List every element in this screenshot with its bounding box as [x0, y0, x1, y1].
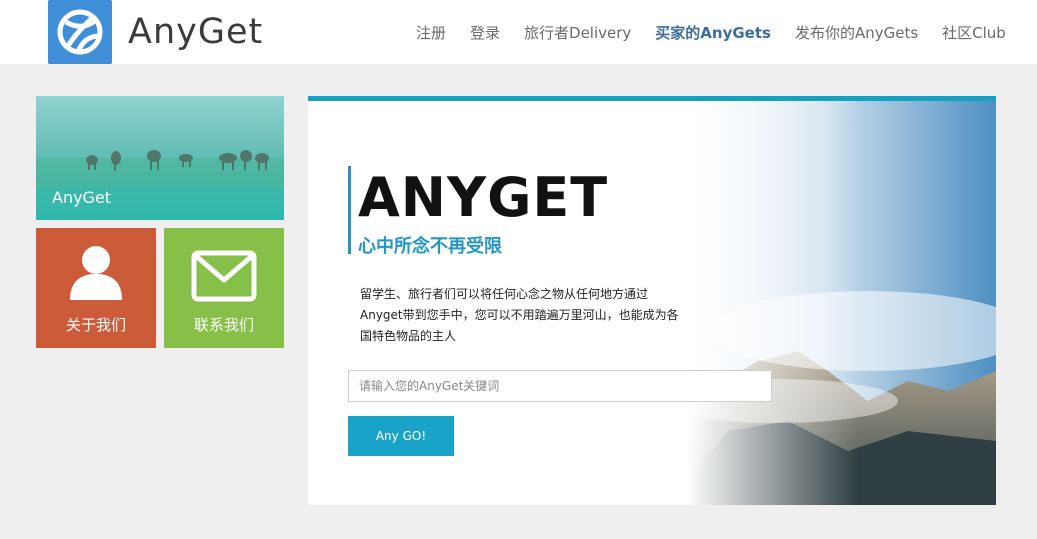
tile-about-us[interactable]: 关于我们	[36, 228, 156, 348]
hero-description: 留学生、旅行者们可以将任何心念之物从任何地方通过Anyget带到您手中，您可以不…	[360, 287, 679, 343]
tile-about-label: 关于我们	[65, 316, 126, 334]
header: AnyGet 注册 登录 旅行者Delivery 买家的AnyGets 发布你的…	[0, 0, 1037, 64]
hero-subtitle: 心中所念不再受限	[358, 236, 502, 257]
nav-publish-anygets[interactable]: 发布你的AnyGets	[795, 22, 918, 43]
globe-icon	[57, 9, 103, 55]
main-nav: 注册 登录 旅行者Delivery 买家的AnyGets 发布你的AnyGets…	[416, 22, 1030, 43]
hero-title: ANYGET	[358, 166, 609, 229]
horses-image	[36, 150, 284, 186]
any-go-button[interactable]: Any GO!	[348, 416, 454, 456]
tile-anyget[interactable]: AnyGet	[36, 96, 284, 220]
nav-club[interactable]: 社区Club	[942, 22, 1006, 43]
nav-login[interactable]: 登录	[470, 22, 500, 43]
hero-panel: ANYGET 心中所念不再受限 留学生、旅行者们可以将任何心念之物从任何地方通过…	[308, 96, 996, 505]
mail-icon	[191, 250, 257, 302]
logo[interactable]	[48, 0, 112, 64]
nav-delivery[interactable]: 旅行者Delivery	[524, 22, 631, 43]
nav-buyer-anygets[interactable]: 买家的AnyGets	[655, 22, 771, 43]
nav-register[interactable]: 注册	[416, 22, 446, 43]
tile-anyget-label: AnyGet	[52, 188, 112, 207]
tile-contact-label: 联系我们	[193, 316, 254, 334]
user-icon	[70, 246, 122, 300]
title-accent-line	[348, 166, 351, 254]
brand-name[interactable]: AnyGet	[128, 12, 263, 52]
keyword-search-input[interactable]	[348, 370, 772, 402]
tile-contact-us[interactable]: 联系我们	[164, 228, 284, 348]
